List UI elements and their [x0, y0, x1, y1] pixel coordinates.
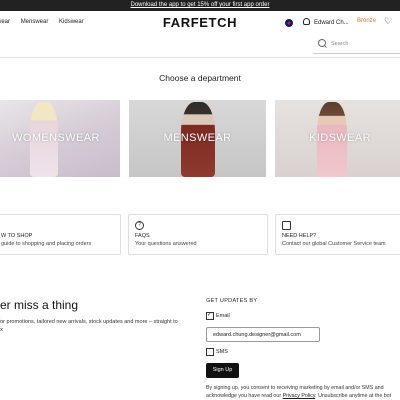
sign-up-button[interactable]: Sign Up: [206, 363, 239, 378]
kidswear-label: KIDSWEAR: [309, 132, 371, 144]
card-subtitle: Your questions answered: [135, 241, 197, 247]
how-to-shop-card[interactable]: W TO SHOP guide to shopping and placing …: [0, 214, 121, 255]
card-subtitle: Contact our global Customer Service team: [282, 241, 386, 247]
card-title: NEED HELP?: [282, 233, 317, 239]
card-title: W TO SHOP: [1, 233, 33, 239]
account-button[interactable]: Edward Ch...: [303, 18, 349, 26]
newsletter-description-line: e for promotions, tailored new arrivals,…: [0, 319, 178, 325]
chat-icon: [282, 221, 291, 230]
newsletter-description-line: box: [0, 327, 3, 333]
menswear-label: MENSWEAR: [163, 132, 232, 144]
email-checkbox[interactable]: [206, 311, 214, 320]
question-icon: ?: [135, 221, 144, 230]
department-heading: Choose a department: [159, 73, 241, 83]
legal-line: By signing up, you consent to receiving …: [206, 385, 384, 391]
uk-flag-icon[interactable]: [285, 19, 293, 27]
search-icon: [318, 39, 326, 47]
user-icon: [303, 18, 310, 25]
sms-checkbox[interactable]: [206, 348, 214, 356]
newsletter-heading: ver miss a thing: [0, 298, 79, 312]
promo-link[interactable]: Download the app to get 15% off your fir…: [131, 2, 270, 8]
legal-pre: acknowledge you have read our: [206, 393, 283, 399]
user-name: Edward Ch...: [314, 20, 349, 26]
search-input[interactable]: Search: [313, 37, 400, 54]
legal-post: . Unsubscribe anytime at the bot: [315, 393, 392, 399]
updates-label: GET UPDATES BY: [206, 298, 258, 304]
email-field[interactable]: edward.chung.designer@gmail.com: [206, 327, 320, 342]
newsletter-description: e for promotions, tailored new arrivals,…: [0, 318, 178, 334]
womenswear-label: WOMENSWEAR: [12, 132, 100, 144]
email-checkbox-label: Email: [216, 313, 230, 319]
kidswear-tile[interactable]: KIDSWEAR: [275, 100, 400, 177]
wishlist-heart-icon[interactable]: ♡: [384, 16, 392, 27]
legal-text: By signing up, you consent to receiving …: [206, 384, 400, 400]
membership-tier[interactable]: Bronze: [357, 18, 376, 24]
card-title: FAQS: [135, 233, 150, 239]
faqs-card[interactable]: ? FAQS Your questions answered: [128, 214, 268, 255]
need-help-card[interactable]: NEED HELP? Contact our global Customer S…: [275, 214, 400, 255]
womenswear-tile[interactable]: WOMENSWEAR: [0, 100, 120, 177]
site-header: swear Menswear Kidswear FARFETCH Edward …: [0, 11, 400, 58]
search-placeholder: Search: [331, 41, 349, 47]
legal-line-2: acknowledge you have read our Privacy Po…: [206, 392, 400, 400]
sms-checkbox-label: SMS: [216, 349, 228, 355]
privacy-policy-link[interactable]: Privacy Policy: [283, 393, 316, 399]
card-subtitle: guide to shopping and placing orders: [1, 241, 92, 247]
promo-banner[interactable]: Download the app to get 15% off your fir…: [0, 0, 400, 11]
menswear-tile[interactable]: MENSWEAR: [129, 100, 266, 177]
